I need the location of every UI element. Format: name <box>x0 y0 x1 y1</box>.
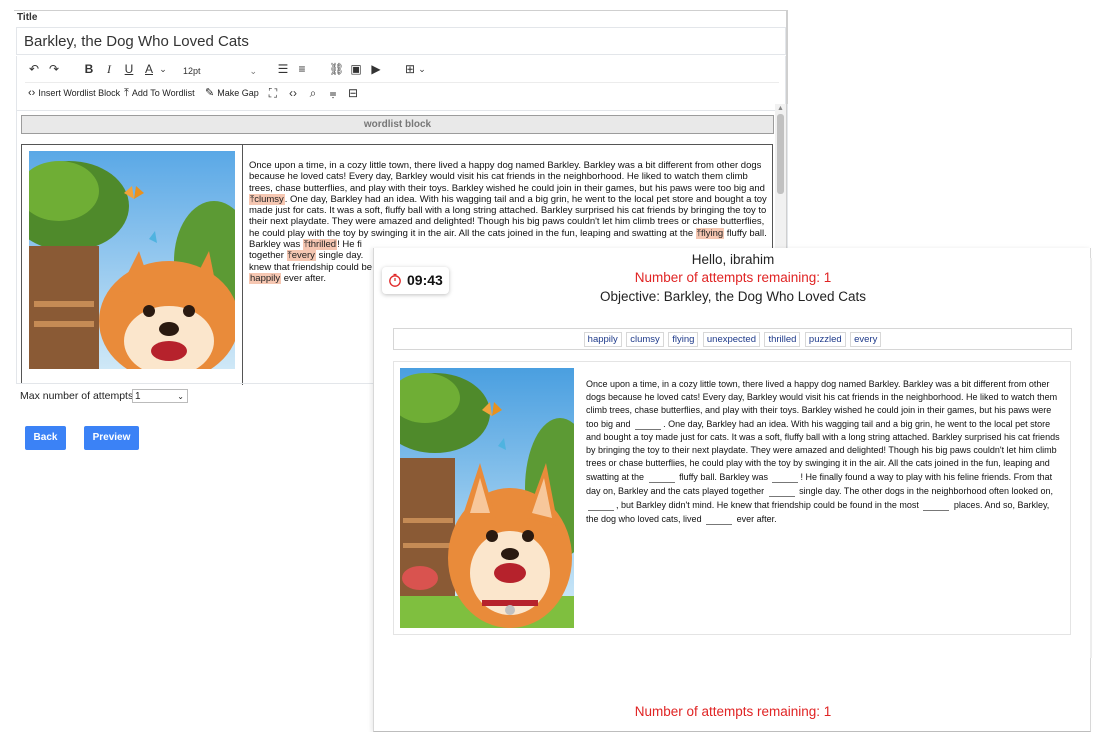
make-gap-label: Make Gap <box>217 88 259 98</box>
story-segment: Once upon a time, in a cozy little town,… <box>249 160 765 194</box>
scrollbar-thumb[interactable] <box>777 114 784 194</box>
story-segment: together <box>249 250 287 262</box>
word-chip[interactable]: flying <box>668 332 699 347</box>
editor-toolbar: ↶ ↷ B I U A ⌄ 12pt ⌄ ☰ ≡ ⛓ ▣ ▶ ⊞ ⌄ ‹› Ins… <box>16 56 786 111</box>
undo-icon[interactable]: ↶ <box>27 60 41 78</box>
chevron-down-icon[interactable]: ⌄ <box>417 60 427 78</box>
upload-icon: ⤒ <box>124 87 129 99</box>
gap-word: clumsy <box>254 193 284 205</box>
image-icon[interactable]: ▣ <box>349 60 363 78</box>
chevron-down-icon: ⌄ <box>249 66 257 76</box>
add-to-wordlist-button[interactable]: ⤒ Add To Wordlist <box>124 84 195 102</box>
gap-input[interactable] <box>923 498 950 511</box>
gap-input[interactable] <box>588 498 614 511</box>
gap-chip[interactable]: ⤒every <box>286 250 316 262</box>
font-size-select[interactable]: 12pt ⌄ <box>183 63 257 79</box>
gap-chip[interactable]: ⤒thrilled <box>302 239 338 251</box>
max-attempts-value: 1 <box>135 391 141 402</box>
gap-word: happily <box>250 272 281 284</box>
story-segment: single day. <box>315 250 364 262</box>
gap-word: thrilled <box>308 239 337 251</box>
attempts-remaining: Number of attempts remaining: 1 <box>634 270 832 285</box>
gap-chip[interactable]: ⤒clumsy <box>249 193 285 205</box>
word-chip[interactable]: thrilled <box>764 332 801 347</box>
search-icon[interactable]: ⌕ <box>306 84 320 102</box>
stopwatch-icon <box>389 273 401 287</box>
bold-icon[interactable]: B <box>83 60 95 78</box>
story-image <box>29 151 235 369</box>
gap-chip[interactable]: happily <box>249 272 282 284</box>
gap-word: every <box>291 250 315 262</box>
font-size-value: 12pt <box>183 66 201 76</box>
countdown-timer: 09:43 <box>382 267 449 294</box>
preview-story-text: Once upon a time, in a cozy little town,… <box>586 378 1064 526</box>
source-code-icon[interactable]: ‹› <box>286 84 300 102</box>
word-chip[interactable]: puzzled <box>804 332 846 347</box>
greeting: Hello, ibrahim <box>691 252 775 267</box>
objective: Objective: Barkley, the Dog Who Loved Ca… <box>599 289 867 304</box>
gap-input[interactable] <box>706 512 733 525</box>
title-label: Title <box>17 12 38 23</box>
word-chip[interactable]: every <box>850 332 882 347</box>
preview-window: Hello, ibrahim Number of attempts remain… <box>373 248 1092 732</box>
story-segment: fluffy ball. Barkley was <box>679 472 768 482</box>
word-chip[interactable]: unexpected <box>702 332 760 347</box>
editor-border <box>14 10 788 11</box>
wordlist-block[interactable]: wordlist block <box>21 115 774 134</box>
story-segment: . One day, Barkley had an idea. With his… <box>249 193 767 239</box>
back-button[interactable]: Back <box>25 426 66 450</box>
story-segment: single day. The other dogs in the neighb… <box>799 486 1054 496</box>
media-icon[interactable]: ▶ <box>369 60 383 78</box>
table-icon[interactable]: ⊞ <box>403 60 417 78</box>
add-to-wordlist-label: Add To Wordlist <box>131 88 195 98</box>
code-icon: ‹› <box>28 87 36 99</box>
story-segment: , but Barkley didn't mind. He knew that … <box>616 500 919 510</box>
gap-input[interactable] <box>648 470 675 483</box>
timer-value: 09:43 <box>407 272 443 288</box>
gap-input[interactable] <box>635 417 662 430</box>
editor-divider <box>16 383 376 384</box>
table-divider <box>242 145 243 385</box>
gap-chip[interactable]: ⤒flying <box>695 227 725 239</box>
fullscreen-icon[interactable]: ⛶ <box>266 84 280 102</box>
title-input[interactable]: Barkley, the Dog Who Loved Cats <box>16 27 786 55</box>
story-segment: knew that friendship could be f <box>249 261 378 273</box>
preview-button[interactable]: Preview <box>84 426 139 450</box>
preview-story-image <box>400 368 574 628</box>
insert-wordlist-block-label: Insert Wordlist Block <box>38 88 121 98</box>
story-segment: ever after. <box>736 514 777 524</box>
text-color-icon[interactable]: A <box>143 60 155 78</box>
story-segment: ever after. <box>281 272 326 284</box>
page-break-icon[interactable]: ⊟ <box>346 84 360 102</box>
word-chip[interactable]: happily <box>583 332 622 347</box>
toolbar-divider <box>25 82 779 83</box>
link-icon[interactable]: ⛓ <box>329 60 344 78</box>
italic-icon[interactable]: I <box>103 60 115 78</box>
scroll-up-icon[interactable]: ▲ <box>777 105 784 112</box>
word-bank: happily clumsy flying unexpected thrille… <box>393 328 1072 350</box>
chevron-down-icon: ⌄ <box>177 392 184 401</box>
story-segment: ! He fi <box>337 239 362 251</box>
chevron-down-icon[interactable]: ⌄ <box>158 60 168 78</box>
max-attempts-label: Max number of attempts: <box>20 390 137 402</box>
pen-icon: ✎ <box>205 87 215 99</box>
attempts-remaining-footer: Number of attempts remaining: 1 <box>634 704 832 719</box>
gap-word: flying <box>700 227 724 239</box>
gap-input[interactable] <box>772 470 799 483</box>
underline-icon[interactable]: U <box>123 60 135 78</box>
format-icon[interactable]: ⩦ <box>326 84 340 102</box>
max-attempts-select[interactable]: 1 ⌄ <box>132 389 188 403</box>
numbered-list-icon[interactable]: ≡ <box>295 60 309 78</box>
bullet-list-icon[interactable]: ☰ <box>276 60 290 78</box>
insert-wordlist-block-button[interactable]: ‹› Insert Wordlist Block <box>28 84 120 102</box>
word-chip[interactable]: clumsy <box>626 332 664 347</box>
gap-input[interactable] <box>768 484 795 497</box>
redo-icon[interactable]: ↷ <box>47 60 61 78</box>
make-gap-button[interactable]: ✎ Make Gap <box>205 84 259 102</box>
preview-scrollbar[interactable] <box>1090 258 1092 658</box>
